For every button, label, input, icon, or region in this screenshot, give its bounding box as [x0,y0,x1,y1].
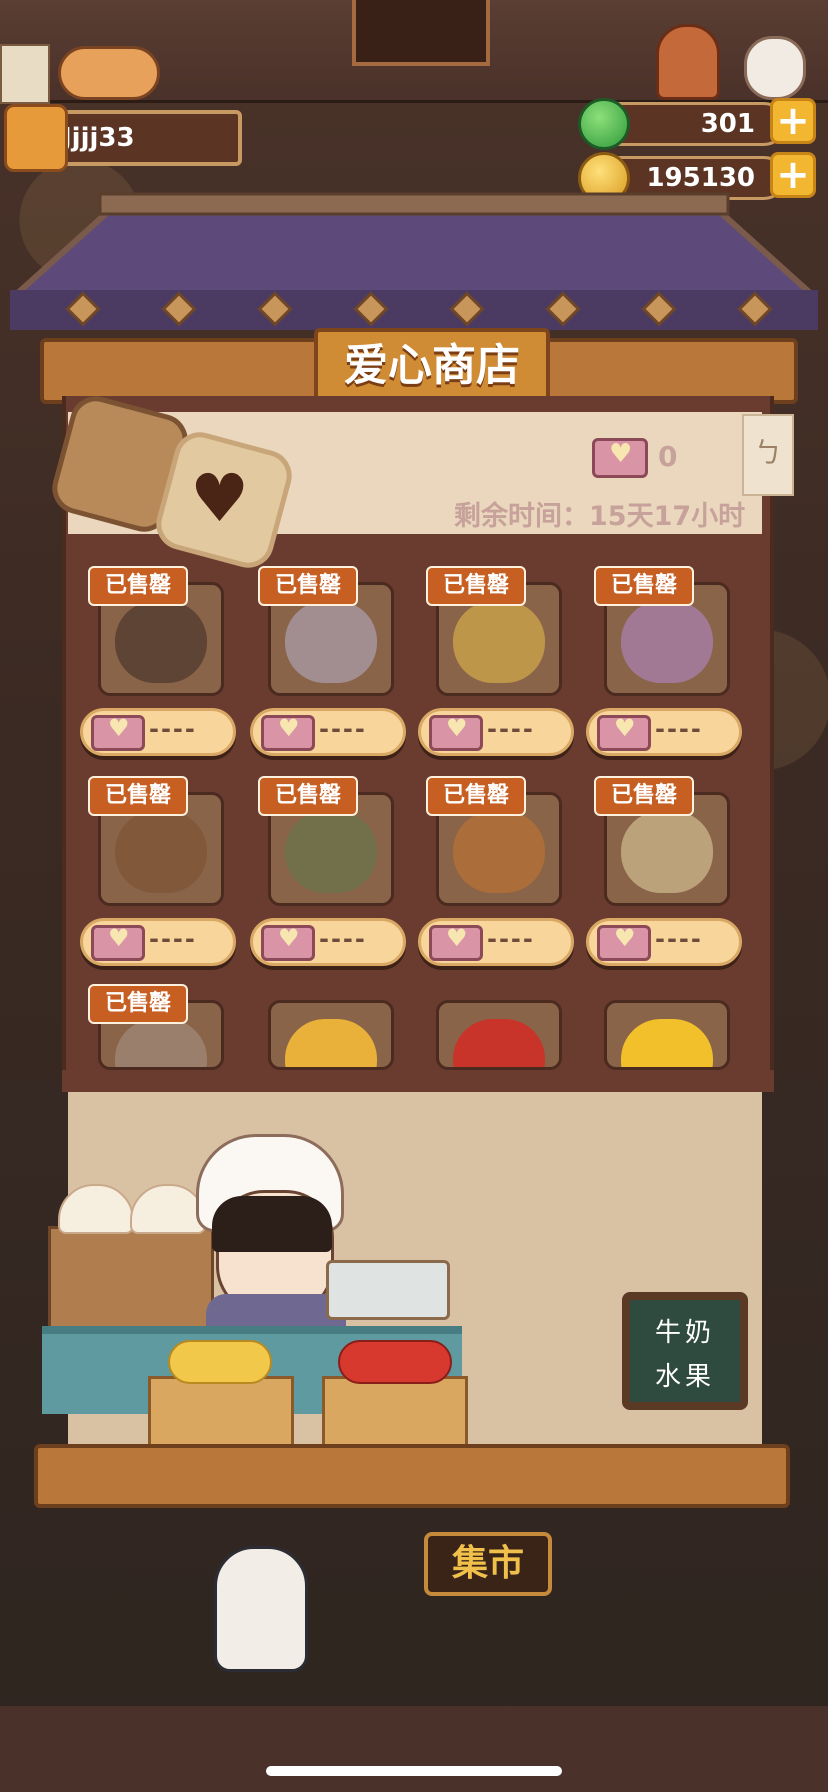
jade-amount: 301 [700,109,755,139]
heart-ticket-icon [261,714,315,751]
player-name: Jjjj33 [62,123,135,153]
heart-icon: ♥ [190,460,250,537]
sold-out-badge: 已售罄 [426,566,526,606]
price-button[interactable]: ---- [418,708,574,756]
heart-ticket-icon [429,714,483,751]
cat-icon [58,46,160,100]
bottom-bar [0,1706,828,1792]
scroll-sign-icon [0,44,50,104]
sold-out-badge: 已售罄 [426,776,526,816]
bottom-plank [34,1444,790,1508]
chalkboard: 牛奶 水果 [622,1292,748,1410]
price-text: ---- [149,925,197,953]
price-text: ---- [487,715,535,743]
sold-out-badge: 已售罄 [594,566,694,606]
jars-icon [326,1260,450,1320]
price-button[interactable]: ---- [250,918,406,966]
ticket-count: 0 [658,440,678,473]
price-button[interactable]: ---- [586,708,742,756]
heart-ticket-icon [597,924,651,961]
price-button[interactable]: ---- [250,708,406,756]
apple-crate-icon [322,1376,468,1452]
sold-out-badge: 已售罄 [88,984,188,1024]
shop-item-10[interactable] [268,1000,394,1070]
chef-hair-icon [212,1196,332,1252]
price-text: ---- [487,925,535,953]
price-button[interactable]: ---- [586,918,742,966]
shop-item-11[interactable] [436,1000,562,1070]
heart-ticket-icon [91,714,145,751]
shop-item-12[interactable] [604,1000,730,1070]
lantern-frame-icon [352,0,490,66]
heart-ticket-icon [261,924,315,961]
price-text: ---- [149,715,197,743]
character-icon [656,24,720,100]
home-indicator[interactable] [266,1766,562,1776]
heart-ticket-icon [597,714,651,751]
chalkboard-line-2: 水果 [654,1362,715,1392]
remaining-time: 剩余时间：15天17小时 [454,501,746,532]
duck-character-icon [214,1546,308,1672]
banana-crate-icon [148,1376,294,1452]
price-text: ---- [319,925,367,953]
jade-icon [578,98,630,150]
steamer-basket-icon [48,1226,214,1332]
sold-out-badge: 已售罄 [594,776,694,816]
side-tag[interactable]: ㄅ [742,414,794,496]
price-button[interactable]: ---- [80,918,236,966]
sold-out-badge: 已售罄 [258,776,358,816]
white-cat-icon [744,36,806,100]
sold-out-badge: 已售罄 [258,566,358,606]
avatar[interactable] [4,104,68,172]
apple-icon [338,1340,452,1384]
price-text: ---- [319,715,367,743]
price-button[interactable]: ---- [80,708,236,756]
price-button[interactable]: ---- [418,918,574,966]
banana-icon [168,1340,272,1384]
sold-out-badge: 已售罄 [88,776,188,816]
heart-ticket-icon [91,924,145,961]
chalkboard-line-1: 牛奶 [654,1318,715,1348]
add-jade-button[interactable]: + [770,98,816,144]
price-text: ---- [655,925,703,953]
sold-out-badge: 已售罄 [88,566,188,606]
heart-ticket-icon [429,924,483,961]
price-text: ---- [655,715,703,743]
heart-ticket-icon [592,438,648,478]
top-bar [0,0,828,104]
market-sign[interactable]: 集市 [424,1532,552,1596]
panel-bottom-edge [62,1070,774,1092]
shop-roof [10,192,818,330]
coin-amount: 195130 [646,163,755,193]
